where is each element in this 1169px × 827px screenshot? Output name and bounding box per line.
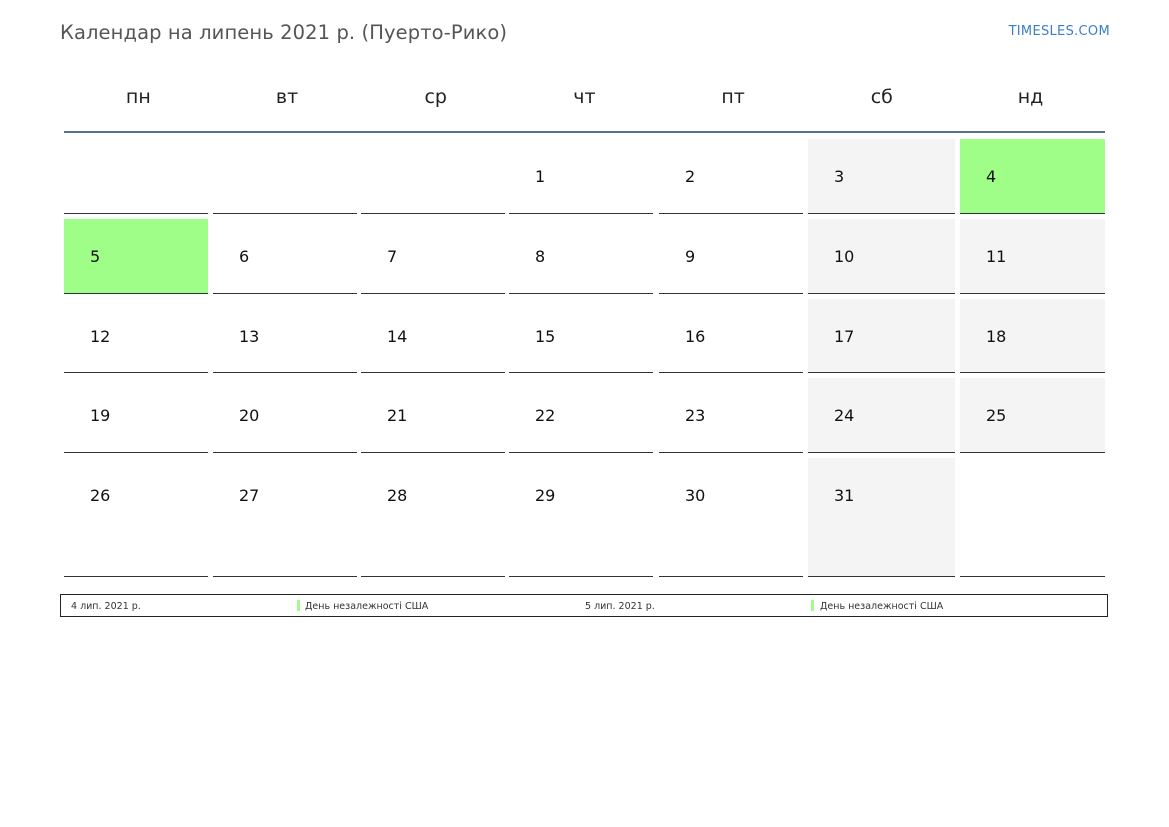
day-cell: 18 bbox=[960, 299, 1105, 373]
day-number: 25 bbox=[986, 406, 1007, 425]
day-number: 17 bbox=[834, 327, 855, 346]
day-cell: 17 bbox=[808, 299, 955, 373]
day-cell: 9 bbox=[659, 219, 803, 294]
day-number: 3 bbox=[834, 167, 845, 186]
day-cell: 30 bbox=[659, 458, 803, 577]
day-cell: 25 bbox=[960, 378, 1105, 453]
day-cell: 27 bbox=[213, 458, 357, 577]
day-number: 8 bbox=[535, 247, 546, 266]
page-title: Календар на липень 2021 р. (Пуерто-Рико) bbox=[60, 21, 508, 44]
day-cell: 2 bbox=[659, 139, 803, 214]
day-number: 4 bbox=[986, 167, 997, 186]
day-cell: 10 bbox=[808, 219, 955, 294]
day-number: 14 bbox=[387, 327, 408, 346]
legend-marker-1 bbox=[297, 600, 300, 611]
day-cell: 26 bbox=[64, 458, 208, 577]
day-cell: 1 bbox=[509, 139, 653, 214]
legend-date-1: 4 лип. 2021 р. bbox=[71, 601, 141, 612]
weekday-thu: чт bbox=[573, 86, 596, 108]
day-cell: 14 bbox=[361, 299, 505, 373]
day-number: 13 bbox=[239, 327, 260, 346]
day-number: 18 bbox=[986, 327, 1007, 346]
legend-date-2: 5 лип. 2021 р. bbox=[585, 601, 655, 612]
day-number: 29 bbox=[535, 486, 556, 505]
day-cell: 19 bbox=[64, 378, 208, 453]
day-cell: 21 bbox=[361, 378, 505, 453]
weekday-mon: пн bbox=[125, 86, 151, 108]
day-cell: 16 bbox=[659, 299, 803, 373]
day-number: 1 bbox=[535, 167, 546, 186]
day-number: 26 bbox=[90, 486, 111, 505]
legend-holiday-1: День незалежності США bbox=[305, 601, 429, 612]
day-number: 22 bbox=[535, 406, 556, 425]
day-cell: 22 bbox=[509, 378, 653, 453]
day-number: 21 bbox=[387, 406, 408, 425]
day-number: 2 bbox=[685, 167, 696, 186]
weekday-sun: нд bbox=[1017, 86, 1044, 108]
day-cell: 6 bbox=[213, 219, 357, 294]
day-number: 24 bbox=[834, 406, 855, 425]
day-number: 7 bbox=[387, 247, 398, 266]
day-number: 30 bbox=[685, 486, 706, 505]
day-cell: 24 bbox=[808, 378, 955, 453]
day-number: 23 bbox=[685, 406, 706, 425]
day-cell: 23 bbox=[659, 378, 803, 453]
day-cell: 4 bbox=[960, 139, 1105, 214]
empty-cell bbox=[361, 139, 505, 214]
day-number: 28 bbox=[387, 486, 408, 505]
day-cell: 13 bbox=[213, 299, 357, 373]
day-cell: 28 bbox=[361, 458, 505, 577]
day-number: 6 bbox=[239, 247, 250, 266]
day-cell: 29 bbox=[509, 458, 653, 577]
day-number: 27 bbox=[239, 486, 260, 505]
empty-cell bbox=[960, 458, 1105, 577]
weekday-wed: ср bbox=[424, 86, 447, 108]
holiday-legend: 4 лип. 2021 р. День незалежності США 5 л… bbox=[60, 594, 1108, 617]
day-cell: 11 bbox=[960, 219, 1105, 294]
legend-holiday-2: День незалежності США bbox=[820, 601, 944, 612]
day-number: 5 bbox=[90, 247, 101, 266]
day-number: 19 bbox=[90, 406, 111, 425]
day-number: 10 bbox=[834, 247, 855, 266]
day-number: 9 bbox=[685, 247, 696, 266]
day-number: 16 bbox=[685, 327, 706, 346]
day-number: 15 bbox=[535, 327, 556, 346]
day-cell: 3 bbox=[808, 139, 955, 214]
empty-cell bbox=[213, 139, 357, 214]
day-cell: 5 bbox=[64, 219, 208, 294]
empty-cell bbox=[64, 139, 208, 214]
weekday-tue: вт bbox=[275, 86, 299, 108]
weekday-header-row: пн вт ср чт пт сб нд bbox=[64, 86, 1105, 112]
day-cell: 7 bbox=[361, 219, 505, 294]
day-cell: 31 bbox=[808, 458, 955, 577]
day-cell: 20 bbox=[213, 378, 357, 453]
legend-marker-2 bbox=[811, 600, 814, 611]
day-number: 20 bbox=[239, 406, 260, 425]
header-divider bbox=[64, 131, 1105, 133]
day-cell: 15 bbox=[509, 299, 653, 373]
weekday-sat: сб bbox=[870, 86, 893, 108]
day-number: 11 bbox=[986, 247, 1007, 266]
day-cell: 8 bbox=[509, 219, 653, 294]
day-number: 12 bbox=[90, 327, 111, 346]
day-cell: 12 bbox=[64, 299, 208, 373]
weekday-fri: пт bbox=[721, 86, 745, 108]
day-number: 31 bbox=[834, 486, 855, 505]
brand-link[interactable]: TIMESLES.COM bbox=[1009, 24, 1110, 39]
